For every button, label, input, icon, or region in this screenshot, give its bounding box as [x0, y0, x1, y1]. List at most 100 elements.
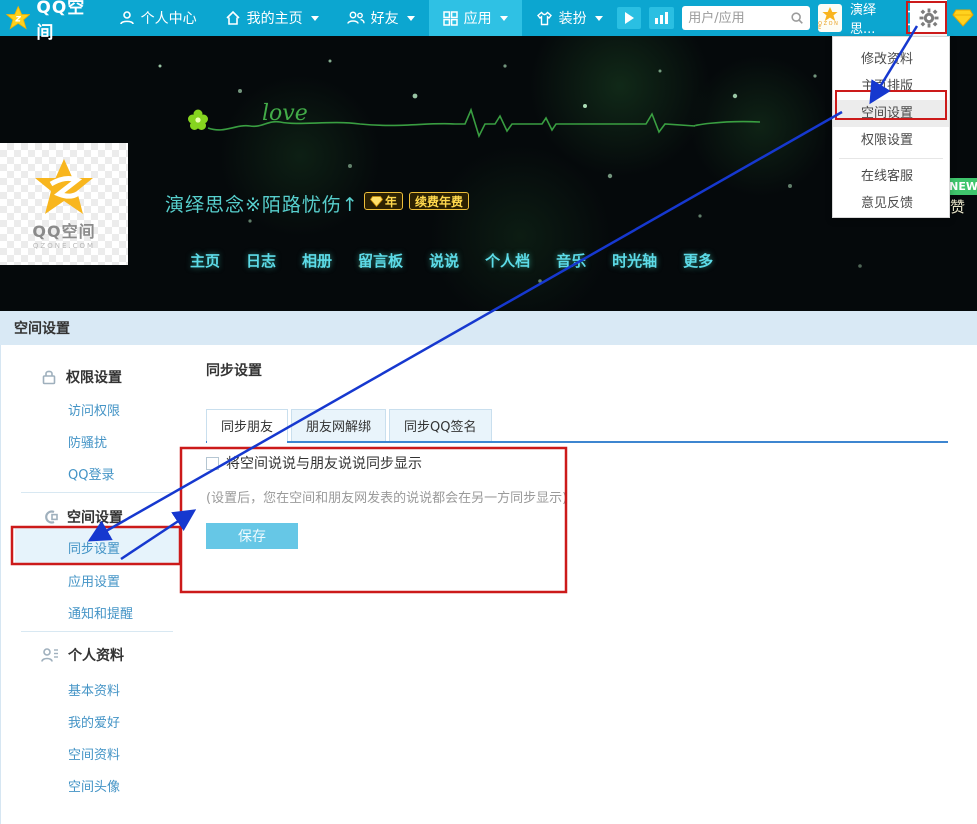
wrench-icon [41, 509, 58, 525]
banner-nav-albums[interactable]: 相册 [302, 250, 332, 271]
nav-item-label: 应用 [464, 8, 492, 28]
flower-icon [188, 110, 208, 131]
gear-dropdown-menu: 修改资料 主页排版 空间设置 权限设置 在线客服 意见反馈 [832, 36, 950, 218]
profile-banner: love QQ空间 QZONE.COM 演绎思念※陌路忧伤↑ 年 [0, 36, 977, 311]
sidebar-item-space-avatar[interactable]: 空间头像 [68, 776, 120, 795]
sidebar-section-space-settings: 空间设置 [41, 507, 123, 527]
save-button[interactable]: 保存 [206, 523, 298, 549]
panel-title: 同步设置 [206, 360, 262, 380]
svg-text:z: z [14, 13, 21, 24]
qzone-star-logo-icon: z [6, 4, 30, 32]
qzone-logo-title: QQ空间 [32, 218, 95, 242]
lock-icon [41, 369, 57, 385]
chevron-down-icon [595, 16, 603, 21]
qzone-logo-card: QQ空间 QZONE.COM [0, 143, 128, 265]
sidebar-item-qq-login[interactable]: QQ登录 [68, 464, 114, 483]
profile-icon [41, 647, 59, 663]
qzone-brand[interactable]: z QQ空间 [0, 0, 105, 43]
tab-sync-qq-signature[interactable]: 同步QQ签名 [389, 409, 491, 441]
banner-nav-profile-file[interactable]: 个人档 [485, 250, 530, 271]
nav-item-my-homepage[interactable]: 我的主页 [211, 0, 333, 36]
menu-item-space-settings[interactable]: 空间设置 [833, 100, 949, 127]
settings-page-header: 空间设置 [0, 311, 977, 345]
banner-nav: 主页 日志 相册 留言板 说说 个人档 音乐 时光轴 更多 [190, 250, 713, 271]
brand-title: QQ空间 [36, 0, 94, 43]
sidebar-item-access-rights[interactable]: 访问权限 [68, 400, 120, 419]
search-icon[interactable] [790, 10, 804, 26]
sidebar-divider [21, 631, 173, 632]
menu-item-permission-settings[interactable]: 权限设置 [833, 127, 949, 154]
menu-divider [839, 158, 943, 159]
qzone-logo-star-icon [33, 158, 95, 216]
diamond-icon [370, 196, 383, 207]
sidebar-item-anti-harassment[interactable]: 防骚扰 [68, 432, 107, 451]
play-icon [624, 12, 634, 24]
nav-item-label: 个人中心 [141, 8, 197, 28]
search-box[interactable] [682, 6, 810, 30]
qzone-logo-subtitle: QZONE.COM [33, 242, 95, 250]
tab-sync-friends[interactable]: 同步朋友 [206, 409, 288, 441]
menu-item-edit-profile[interactable]: 修改资料 [833, 46, 949, 73]
banner-nav-message-board[interactable]: 留言板 [358, 250, 403, 271]
svg-text:love: love [262, 101, 308, 126]
renew-annual-badge[interactable]: 续费年费 [409, 192, 469, 210]
sidebar-section-permissions: 权限设置 [41, 367, 122, 387]
banner-nav-shuoshuo[interactable]: 说说 [429, 250, 459, 271]
sync-display-checkbox-label: 将空间说说与朋友说说同步显示 [226, 453, 422, 473]
banner-nav-more[interactable]: 更多 [683, 250, 713, 271]
sidebar-item-space-info[interactable]: 空间资料 [68, 744, 120, 763]
sidebar-section-title: 个人资料 [68, 645, 124, 665]
nav-item-apps[interactable]: 应用 [429, 0, 522, 36]
nav-item-friends[interactable]: 好友 [333, 0, 429, 36]
settings-gear-button[interactable] [910, 0, 947, 36]
qzone-star-badge-icon[interactable]: Q Z O N E [818, 4, 842, 32]
nav-item-personal-center[interactable]: 个人中心 [105, 0, 211, 36]
sidebar-item-notifications[interactable]: 通知和提醒 [68, 603, 133, 622]
search-input[interactable] [688, 11, 790, 26]
settings-sidebar: 权限设置 访问权限 防骚扰 QQ登录 空间设置 同步设置 应用设置 通知和提醒 … [1, 345, 196, 824]
banner-nav-home[interactable]: 主页 [190, 250, 220, 271]
sidebar-section-personal-info: 个人资料 [41, 645, 124, 665]
menu-item-homepage-layout[interactable]: 主页排版 [833, 73, 949, 100]
chevron-down-icon [407, 16, 415, 21]
gear-icon [919, 8, 939, 28]
top-navbar: z QQ空间 个人中心 我的主页 好友 [0, 0, 977, 36]
sidebar-section-title: 空间设置 [67, 507, 123, 527]
navbar-username[interactable]: 演绎思... [850, 0, 897, 37]
bar-chart-icon [655, 12, 669, 24]
gem-icon[interactable] [952, 9, 974, 27]
sidebar-item-basic-info[interactable]: 基本资料 [68, 680, 120, 699]
chevron-down-icon [500, 16, 508, 21]
banner-nav-blog[interactable]: 日志 [246, 250, 276, 271]
settings-content: 权限设置 访问权限 防骚扰 QQ登录 空间设置 同步设置 应用设置 通知和提醒 … [0, 345, 977, 824]
apps-grid-icon [443, 11, 458, 26]
sidebar-item-my-hobbies[interactable]: 我的爱好 [68, 712, 120, 731]
play-button[interactable] [617, 7, 642, 29]
shirt-icon [536, 11, 553, 26]
nav-item-label: 好友 [371, 8, 399, 28]
banner-nav-music[interactable]: 音乐 [556, 250, 586, 271]
sync-display-checkbox[interactable] [206, 457, 219, 470]
chevron-down-icon [311, 16, 319, 21]
nav-item-dress-up[interactable]: 装扮 [522, 0, 617, 36]
user-icon [119, 10, 135, 26]
sync-note: (设置后，您在空间和朋友网发表的说说都会在另一方同步显示) [206, 487, 567, 506]
page-title: 空间设置 [14, 318, 70, 338]
menu-item-feedback[interactable]: 意见反馈 [833, 190, 949, 217]
music-chart-button[interactable] [649, 7, 674, 29]
nav-item-label: 我的主页 [247, 8, 303, 28]
sidebar-item-app-settings[interactable]: 应用设置 [68, 571, 120, 590]
sidebar-section-title: 权限设置 [66, 367, 122, 387]
nav-item-label: 装扮 [559, 8, 587, 28]
banner-nickname: 演绎思念※陌路忧伤↑ [165, 190, 359, 217]
vip-year-label: 年 [385, 193, 397, 210]
sidebar-item-sync-settings[interactable]: 同步设置 [68, 538, 120, 557]
banner-nav-timeline[interactable]: 时光轴 [612, 250, 657, 271]
sidebar-divider [21, 492, 173, 493]
vip-year-badge[interactable]: 年 [364, 192, 403, 210]
friends-icon [347, 10, 365, 26]
sync-tabs: 同步朋友 朋友网解绑 同步QQ签名 [206, 409, 948, 443]
like-label[interactable]: 赞 [950, 196, 965, 217]
menu-item-online-service[interactable]: 在线客服 [833, 163, 949, 190]
tab-pengyou-unbind[interactable]: 朋友网解绑 [291, 409, 386, 441]
